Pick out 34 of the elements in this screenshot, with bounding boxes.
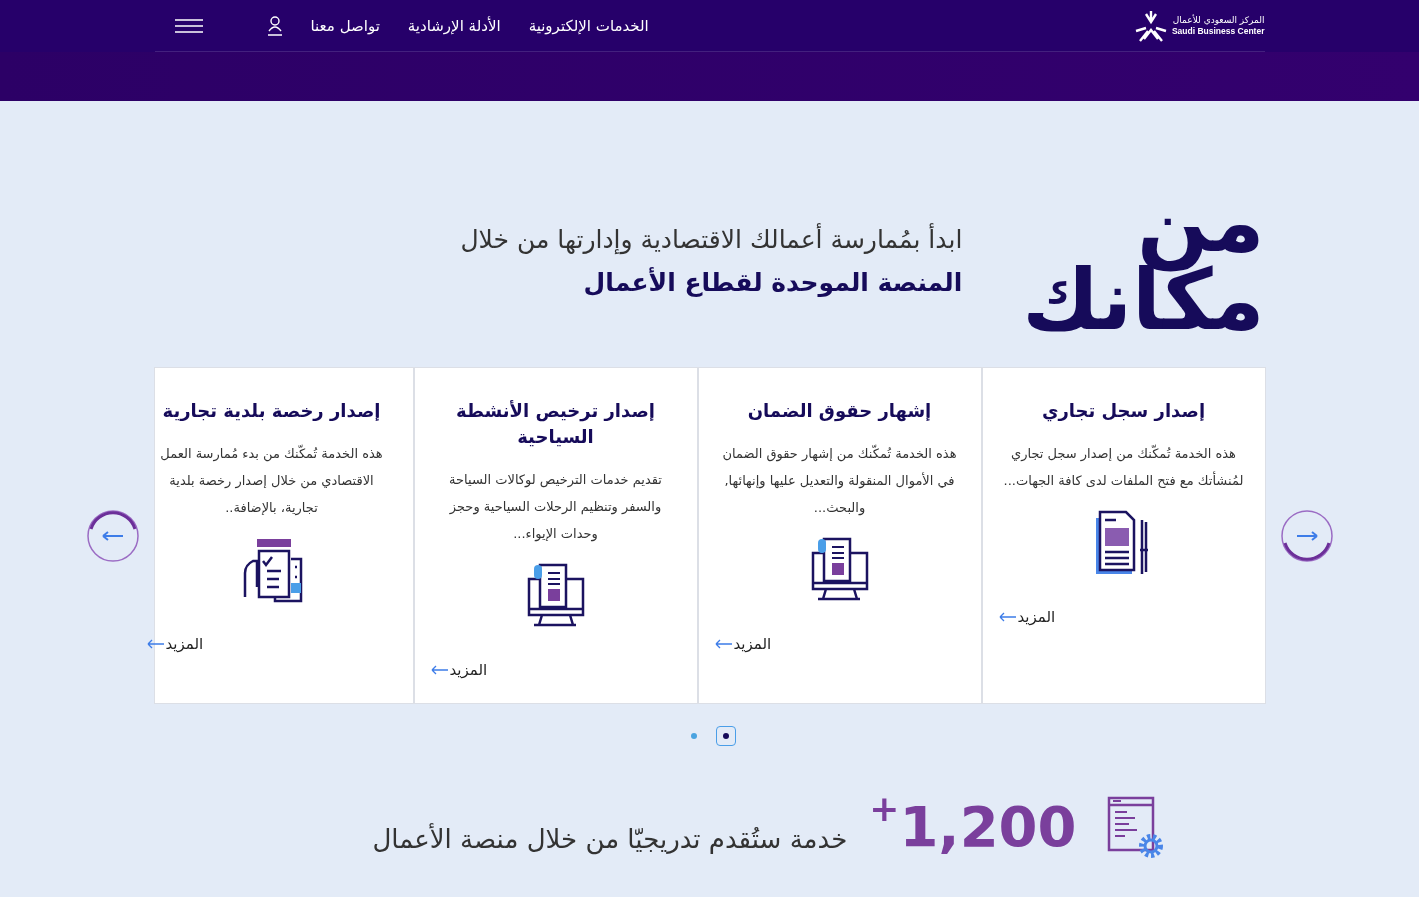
card-description: هذه الخدمة تُمكّنك من إصدار سجل تجاري لمُنشأتك مع فتح الملفات لدى كافة الجهات... [1002,443,1245,491]
nav-link[interactable]: الأدلة الإرشادية [407,16,501,35]
card-description: هذه الخدمة تُمكّنك من إشهار حقوق الضمان في الأموال المنقولة والتعديل عليها وإنهائها, والبحث... [721,443,958,518]
monitor-document-icon [525,563,586,629]
hero-title: من مكانك [1022,183,1265,339]
monitor-document-icon [809,537,870,603]
next-button[interactable] [1279,508,1334,563]
menu-icon[interactable] [174,18,203,33]
arrow-icon [430,665,449,675]
stat-number: 1,200 [899,794,1077,859]
nav-link[interactable]: تواصل معنا [310,16,380,35]
stat-text: خدمة ستُقدم تدريجيّا من خلال منصة الأعمال [372,823,848,854]
plus-sign: + [869,788,900,829]
card-description: هذه الخدمة تُمكّنك من بدء مُمارسة العمل الاقتصادي من خلال إصدار رخصة بلدية تجارية، بالإضافة.. [159,443,384,518]
more-link[interactable]: المزيد [998,608,1056,626]
card-description: تقديم خدمات الترخيص لوكالات السياحة والسفر وتنظيم الرحلات السياحية وحجز وحدات الإيواء... [448,471,663,544]
arrow-icon [998,612,1017,622]
card-title: إصدار ترخيص الأنشطة السياحية [455,399,656,449]
more-link[interactable]: المزيد [714,635,772,653]
card-title: إشهار حقوق الضمان [746,399,933,424]
hero-subtitle: ابدأ بمُمارسة أعمالك الاقتصادية وإدارتها من خلال [460,225,963,254]
nav-link[interactable]: الخدمات الإلكترونية [528,16,649,35]
more-link[interactable]: المزيد [430,661,488,679]
card-title: إصدار رخصة بلدية تجارية [161,399,382,423]
card-title: إصدار سجل تجاري [1040,399,1207,424]
logo-star-icon [1133,8,1168,43]
previous-button[interactable] [85,508,140,563]
hero-tagline: المنصة الموحدة لقطاع الأعمال [583,268,963,297]
arrow-icon [714,639,733,649]
logo-text: المركز السعودي للأعمال [1172,14,1265,26]
more-link[interactable]: المزيد [146,635,204,653]
arrow-icon [146,639,165,649]
logo-text: Saudi Business Center [1171,25,1265,37]
user-icon[interactable] [266,15,283,36]
